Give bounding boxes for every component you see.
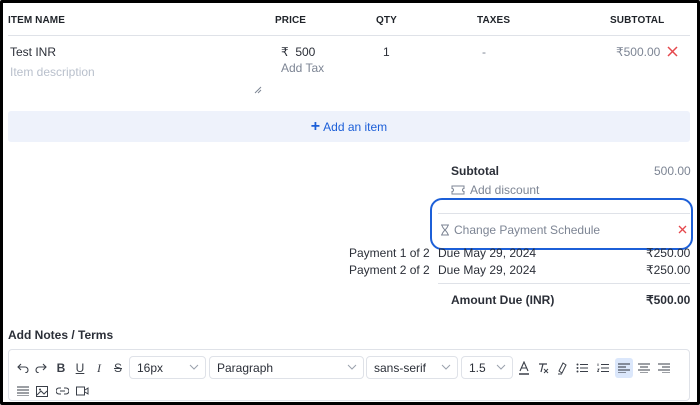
numbered-list-button[interactable] [595, 358, 611, 378]
italic-icon: I [97, 360, 101, 375]
header-subtotal: SUBTOTAL [610, 15, 665, 26]
rich-text-toolbar: B U I S 16px Paragraph sans-serif 1.5 [8, 349, 690, 401]
add-discount-label: Add discount [470, 183, 540, 197]
clear-format-button[interactable] [535, 358, 551, 378]
payment-1-date: Due May 29, 2024 [438, 246, 537, 260]
header-item-name: ITEM NAME [8, 15, 66, 26]
undo-button[interactable] [15, 358, 31, 378]
highlight-button[interactable] [554, 358, 570, 378]
text-color-icon [519, 361, 529, 375]
taxes-value: - [482, 45, 486, 59]
link-icon [55, 387, 69, 395]
price-input[interactable]: ₹ 500 [281, 45, 315, 59]
add-discount-button[interactable]: Add discount [451, 183, 539, 197]
image-icon [36, 385, 48, 397]
align-right-icon [658, 363, 670, 373]
ticket-icon [451, 185, 465, 195]
chevron-down-icon [347, 364, 357, 370]
font-size-select[interactable]: 16px [129, 356, 206, 379]
qty-input[interactable]: 1 [383, 45, 390, 59]
numbered-list-icon [597, 363, 609, 372]
align-right-button[interactable] [656, 358, 672, 378]
plus-icon: + [310, 117, 321, 135]
payment-2-amount: ₹250.00 [646, 263, 691, 277]
font-size-value: 16px [137, 360, 164, 375]
bold-icon: B [56, 361, 66, 375]
highlight-outline [430, 198, 693, 250]
highlighter-icon [558, 361, 567, 374]
amount-due-divider [438, 283, 690, 284]
chevron-down-icon [496, 364, 506, 370]
payment-1-label: Payment 1 of 2 [349, 246, 430, 260]
chevron-down-icon [441, 364, 451, 370]
line-height-select[interactable]: 1.5 [461, 356, 513, 379]
insert-link-button[interactable] [54, 381, 70, 401]
insert-image-button[interactable] [34, 381, 50, 401]
strikethrough-icon: S [113, 361, 122, 375]
block-type-value: Paragraph [217, 360, 274, 375]
subtotal-value: 500.00 [654, 164, 691, 178]
add-item-label: Add an item [323, 119, 388, 134]
underline-icon: U [75, 361, 85, 375]
redo-button[interactable] [33, 358, 49, 378]
payment-2-label: Payment 2 of 2 [349, 263, 430, 277]
italic-button[interactable]: I [91, 358, 107, 378]
clear-format-icon [539, 363, 549, 374]
video-icon [75, 386, 88, 396]
align-center-button[interactable] [636, 358, 652, 378]
text-color-button[interactable] [516, 358, 532, 378]
payment-1-amount: ₹250.00 [646, 246, 691, 260]
item-description-input[interactable]: Item description [10, 65, 95, 79]
font-family-value: sans-serif [374, 360, 427, 375]
payment-2-date: Due May 29, 2024 [438, 263, 537, 277]
align-center-icon [638, 363, 650, 373]
strikethrough-button[interactable]: S [110, 358, 126, 378]
align-left-button[interactable] [615, 358, 633, 378]
amount-due-value: ₹500.00 [646, 293, 691, 307]
header-divider [8, 35, 690, 36]
block-type-select[interactable]: Paragraph [209, 356, 364, 379]
undo-icon [17, 363, 29, 373]
justify-button[interactable] [15, 381, 31, 401]
row-subtotal: ₹500.00 [616, 45, 661, 59]
remove-item-icon[interactable] [667, 46, 678, 57]
notes-title: Add Notes / Terms [8, 328, 114, 342]
bullet-list-icon [576, 363, 588, 373]
redo-icon [35, 363, 47, 373]
font-family-select[interactable]: sans-serif [366, 356, 458, 379]
price-value: 500 [295, 45, 316, 59]
add-item-button[interactable]: + Add an item [8, 111, 690, 142]
subtotal-label: Subtotal [451, 164, 499, 178]
resize-handle-icon[interactable] [254, 86, 262, 94]
currency-symbol: ₹ [281, 45, 289, 59]
bullet-list-button[interactable] [574, 358, 590, 378]
align-left-icon [618, 363, 630, 373]
header-taxes: TAXES [477, 15, 511, 26]
header-qty: QTY [376, 15, 397, 26]
header-price: PRICE [275, 15, 307, 26]
justify-icon [17, 386, 29, 396]
add-tax-link[interactable]: Add Tax [281, 61, 324, 75]
bold-button[interactable]: B [53, 358, 69, 378]
chevron-down-icon [189, 364, 199, 370]
item-name-input[interactable]: Test INR [10, 45, 56, 59]
amount-due-label: Amount Due (INR) [451, 293, 555, 307]
line-height-value: 1.5 [469, 360, 486, 375]
insert-video-button[interactable] [74, 381, 90, 401]
underline-button[interactable]: U [72, 358, 88, 378]
